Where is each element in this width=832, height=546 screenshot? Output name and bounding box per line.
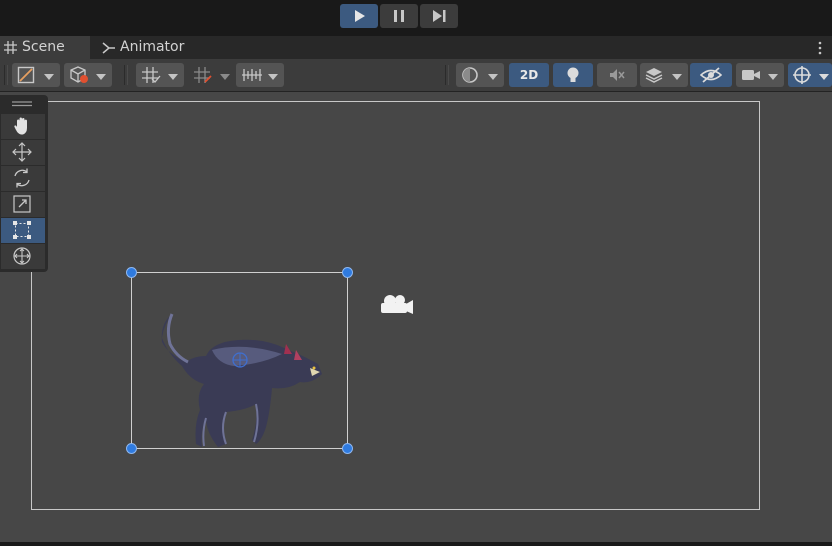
tab-scene-label: Scene bbox=[22, 39, 65, 55]
animator-icon bbox=[102, 42, 115, 54]
hand-tool-button[interactable] bbox=[1, 114, 45, 139]
bottom-edge bbox=[0, 542, 832, 546]
toolbar-separator bbox=[124, 65, 128, 85]
wolf-sprite[interactable] bbox=[161, 313, 322, 447]
grid-icon bbox=[4, 41, 17, 54]
chevron-down-icon bbox=[44, 74, 54, 80]
resize-handle-bottom-left[interactable] bbox=[126, 443, 137, 454]
move-arrows-icon bbox=[12, 142, 32, 162]
tab-scene[interactable]: Scene bbox=[0, 36, 90, 59]
scale-tool-button[interactable] bbox=[1, 192, 45, 217]
shading-mode-dropdown[interactable] bbox=[64, 63, 112, 87]
tab-animator-label: Animator bbox=[120, 39, 185, 55]
toolbar-separator bbox=[4, 65, 8, 85]
chevron-down-icon bbox=[268, 74, 278, 80]
scene-canvas bbox=[31, 101, 760, 510]
move-tool-button[interactable] bbox=[1, 140, 45, 165]
chevron-down-icon bbox=[672, 74, 682, 80]
tools-overlay bbox=[0, 95, 48, 272]
camera-settings-dropdown[interactable] bbox=[736, 63, 784, 87]
play-controls-bar bbox=[0, 0, 832, 36]
play-button[interactable] bbox=[340, 4, 378, 28]
toolbar-separator bbox=[445, 65, 449, 85]
gizmo-globe-icon bbox=[793, 66, 811, 84]
chevron-down-icon bbox=[819, 74, 829, 80]
scale-icon bbox=[13, 195, 31, 213]
drag-handle-icon[interactable] bbox=[12, 101, 32, 107]
ruler-dropdown[interactable] bbox=[236, 63, 284, 87]
chevron-down-icon bbox=[168, 74, 178, 80]
layers-icon bbox=[645, 68, 663, 83]
pause-button[interactable] bbox=[380, 4, 418, 28]
resize-handle-top-left[interactable] bbox=[126, 267, 137, 278]
render-mode-dropdown[interactable] bbox=[456, 63, 504, 87]
more-options-icon[interactable] bbox=[817, 41, 823, 55]
step-icon bbox=[433, 10, 446, 22]
incremental-snap-dropdown[interactable] bbox=[188, 63, 236, 87]
sphere-icon bbox=[462, 67, 478, 83]
ruler-icon bbox=[242, 69, 262, 81]
hidden-eye-icon bbox=[700, 67, 722, 83]
hand-icon bbox=[14, 117, 27, 135]
transform-icon bbox=[13, 247, 31, 265]
grid-snapping-dropdown[interactable] bbox=[136, 63, 184, 87]
draw-mode-icon bbox=[17, 66, 35, 84]
play-icon bbox=[355, 10, 365, 22]
tab-animator[interactable]: Animator bbox=[96, 36, 196, 59]
camera-gizmo-icon[interactable] bbox=[381, 295, 413, 314]
gizmos-dropdown[interactable] bbox=[788, 63, 832, 87]
lighting-toggle[interactable] bbox=[553, 63, 593, 87]
audio-mute-icon bbox=[610, 69, 625, 81]
chevron-down-icon bbox=[488, 74, 498, 80]
resize-handle-top-right[interactable] bbox=[342, 267, 353, 278]
cube-icon bbox=[70, 66, 88, 83]
tab-bar: Scene Animator bbox=[0, 36, 832, 59]
2d-mode-toggle[interactable]: 2D bbox=[509, 63, 549, 87]
scene-visibility-toggle[interactable] bbox=[690, 63, 732, 87]
chevron-down-icon bbox=[220, 74, 230, 80]
effects-dropdown[interactable] bbox=[640, 63, 688, 87]
rect-transform-icon bbox=[13, 221, 31, 239]
scene-viewport[interactable] bbox=[0, 92, 832, 542]
grid-snap-icon bbox=[142, 67, 161, 83]
draw-mode-dropdown[interactable] bbox=[12, 63, 60, 87]
pause-icon bbox=[394, 10, 404, 22]
snap-increment-icon bbox=[194, 67, 212, 83]
transform-tool-button[interactable] bbox=[1, 244, 45, 269]
lightbulb-icon bbox=[567, 67, 579, 82]
chevron-down-icon bbox=[96, 74, 106, 80]
rotate-tool-button[interactable] bbox=[1, 166, 45, 191]
chevron-down-icon bbox=[768, 74, 778, 80]
rect-tool-button[interactable] bbox=[1, 218, 45, 243]
resize-handle-bottom-right[interactable] bbox=[342, 443, 353, 454]
scene-toolbar: 2D bbox=[0, 59, 832, 92]
camera-icon bbox=[742, 70, 760, 80]
2d-mode-label: 2D bbox=[519, 68, 539, 82]
step-button[interactable] bbox=[420, 4, 458, 28]
audio-toggle[interactable] bbox=[597, 63, 637, 87]
rotate-icon bbox=[14, 168, 30, 188]
